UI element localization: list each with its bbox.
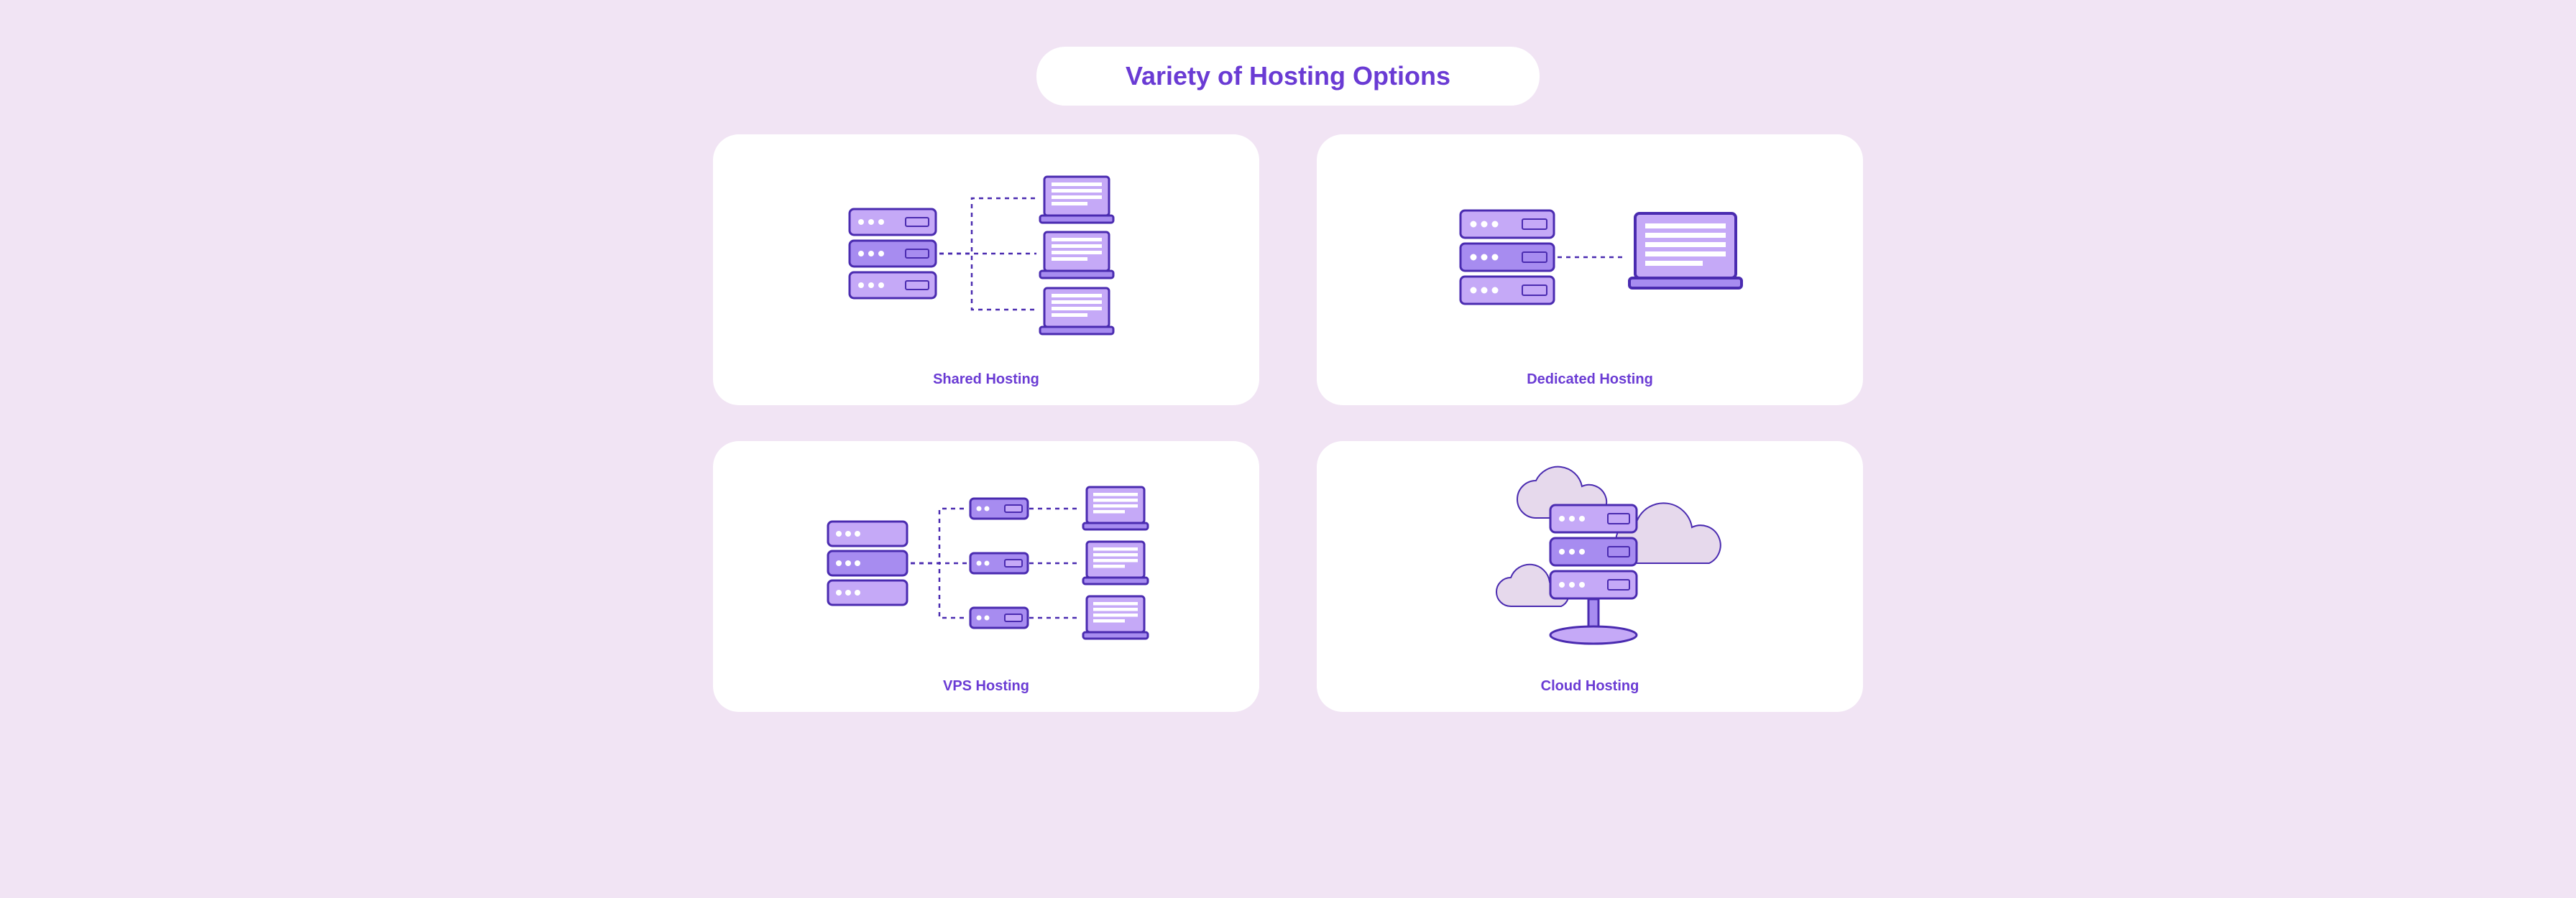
server-icon xyxy=(1550,505,1637,598)
vps-hosting-illustration xyxy=(735,466,1238,667)
laptop-icon xyxy=(1083,596,1148,639)
connector-line xyxy=(939,198,1036,254)
laptop-icon xyxy=(1040,288,1113,334)
dedicated-hosting-illustration xyxy=(1338,159,1841,360)
card-grid: Shared Hosting xyxy=(713,134,1863,712)
connector-line xyxy=(911,563,968,618)
server-icon xyxy=(828,522,907,605)
card-dedicated-hosting: Dedicated Hosting xyxy=(1317,134,1863,405)
card-label: VPS Hosting xyxy=(943,678,1029,695)
card-vps-hosting: VPS Hosting xyxy=(713,441,1259,712)
connector-line xyxy=(939,254,1036,310)
card-label: Shared Hosting xyxy=(933,371,1039,388)
server-icon xyxy=(1460,210,1554,304)
mini-server-icon xyxy=(970,608,1028,628)
mini-server-icon xyxy=(970,553,1028,573)
laptop-icon xyxy=(1040,232,1113,278)
laptop-icon xyxy=(1629,213,1742,288)
connector-line xyxy=(911,509,968,563)
diagram-canvas: Variety of Hosting Options xyxy=(713,47,1863,851)
card-label: Dedicated Hosting xyxy=(1527,371,1653,388)
card-cloud-hosting: Cloud Hosting xyxy=(1317,441,1863,712)
mini-server-icon xyxy=(970,499,1028,519)
laptop-icon xyxy=(1040,177,1113,223)
card-shared-hosting: Shared Hosting xyxy=(713,134,1259,405)
card-label: Cloud Hosting xyxy=(1541,678,1639,695)
cloud-hosting-illustration xyxy=(1338,466,1841,667)
laptop-icon xyxy=(1083,542,1148,584)
laptop-icon xyxy=(1083,487,1148,529)
shared-hosting-illustration xyxy=(735,159,1238,360)
title-pill: Variety of Hosting Options xyxy=(1036,47,1540,106)
page-title: Variety of Hosting Options xyxy=(1080,61,1496,91)
server-icon xyxy=(850,209,936,298)
